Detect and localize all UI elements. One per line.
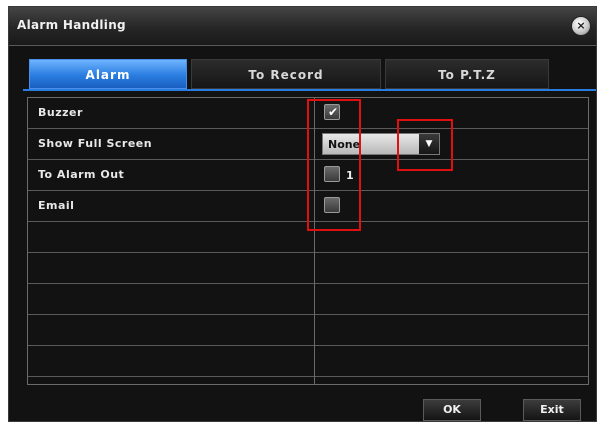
ok-button[interactable]: OK — [423, 399, 481, 421]
tab-to-ptz[interactable]: To P.T.Z — [385, 59, 549, 89]
empty-row — [28, 315, 588, 346]
title-bar: Alarm Handling × — [9, 7, 596, 46]
tab-underline — [23, 89, 596, 91]
close-button[interactable]: × — [572, 17, 590, 35]
window-title: Alarm Handling — [17, 18, 126, 32]
tab-bar: Alarm To Record To P.T.Z — [29, 59, 549, 89]
empty-row — [28, 284, 588, 315]
empty-row — [28, 346, 588, 377]
highlight-box-checkboxes — [307, 99, 361, 231]
tab-to-record[interactable]: To Record — [191, 59, 381, 89]
buzzer-label: Buzzer — [38, 106, 83, 119]
tab-alarm[interactable]: Alarm — [29, 59, 187, 89]
empty-row — [28, 253, 588, 284]
alarm-handling-dialog: Alarm Handling × Alarm To Record To P.T.… — [8, 6, 597, 422]
close-icon: × — [576, 19, 586, 32]
show-full-screen-label: Show Full Screen — [38, 137, 153, 150]
highlight-box-dropdown — [397, 119, 453, 171]
email-label: Email — [38, 199, 75, 212]
exit-button[interactable]: Exit — [523, 399, 581, 421]
to-alarm-out-label: To Alarm Out — [38, 168, 125, 181]
